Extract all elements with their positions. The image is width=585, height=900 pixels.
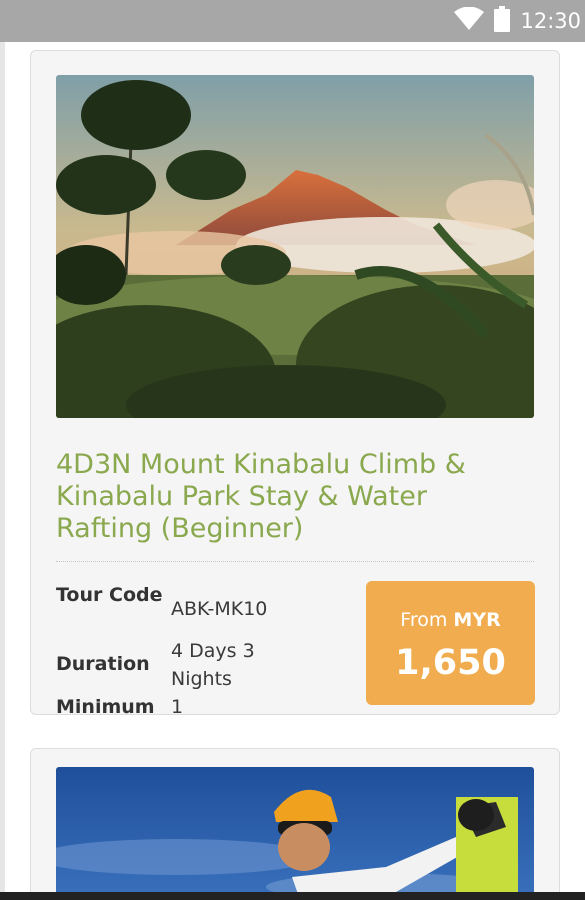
minimum-value: 1 xyxy=(171,696,184,718)
tour-title[interactable]: 4D3N Mount Kinabalu Climb & Kinabalu Par… xyxy=(56,449,526,545)
tour-code-value: ABK-MK10 xyxy=(171,598,268,620)
tour-list[interactable]: 4D3N Mount Kinabalu Climb & Kinabalu Par… xyxy=(0,42,585,900)
clock-time: 12:30 xyxy=(520,9,581,33)
tour-card[interactable]: 4D3N Mount Kinabalu Climb & Kinabalu Par… xyxy=(30,50,560,718)
navigation-bar xyxy=(0,892,585,900)
tour-photo[interactable] xyxy=(56,767,534,900)
price-box[interactable]: From MYR 1,650 xyxy=(366,581,535,705)
duration-value: 4 Days 3 Nights xyxy=(171,640,255,690)
tour-card[interactable] xyxy=(30,748,560,900)
battery-icon xyxy=(494,5,511,37)
status-bar: 12:30 xyxy=(0,0,585,42)
divider xyxy=(56,561,534,562)
duration-label: Duration xyxy=(56,653,150,675)
price-from-label: From MYR xyxy=(366,609,535,631)
tour-code-label: Tour Code xyxy=(56,584,163,606)
minimum-label: Minimum xyxy=(56,696,155,718)
wifi-icon xyxy=(454,6,485,36)
currency: MYR xyxy=(453,609,501,631)
from-text: From xyxy=(400,609,448,631)
tour-photo[interactable] xyxy=(56,75,534,418)
status-icons: 12:30 xyxy=(454,0,585,42)
price-amount: 1,650 xyxy=(395,643,506,683)
